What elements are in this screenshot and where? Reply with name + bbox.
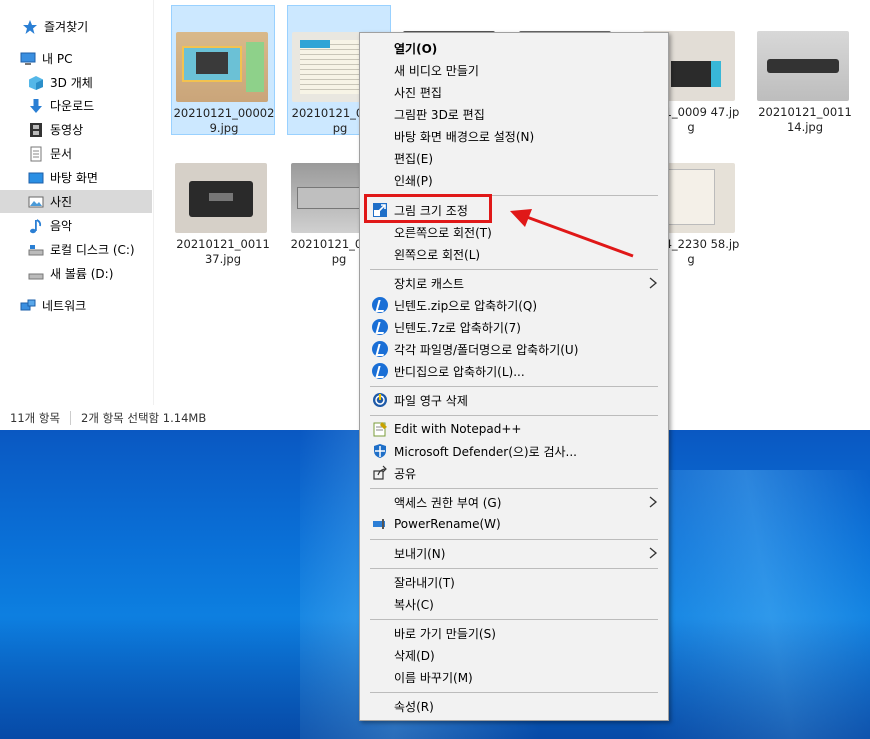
status-divider: [70, 410, 72, 425]
file-name: 20210121_0011 14.jpg: [758, 105, 852, 134]
menu-item-create-shortcut[interactable]: 바로 가기 만들기(S): [362, 622, 666, 644]
menu-item-send-to[interactable]: 보내기(N): [362, 542, 666, 564]
menu-separator: [370, 269, 658, 270]
share-icon: [372, 465, 388, 481]
powerrename-icon: [372, 516, 388, 532]
menu-item-compress-each[interactable]: 각각 파일명/폴더명으로 압축하기(U): [362, 338, 666, 360]
file-thumbnail: [176, 32, 268, 102]
menu-item-set-wallpaper[interactable]: 바탕 화면 배경으로 설정(N): [362, 125, 666, 147]
menu-item-edit-notepadpp[interactable]: Edit with Notepad++: [362, 418, 666, 440]
picture-icon: [28, 194, 44, 210]
file-thumbnail: [757, 31, 849, 101]
download-arrow-icon: [28, 98, 44, 114]
menu-item-open[interactable]: 열기(O): [362, 37, 666, 59]
file-item[interactable]: 20210121_0011 37.jpg: [171, 137, 275, 267]
menu-separator: [370, 619, 658, 620]
menu-item-new-video[interactable]: 새 비디오 만들기: [362, 59, 666, 81]
menu-item-defender-scan[interactable]: Microsoft Defender(으)로 검사...: [362, 440, 666, 462]
drive-icon: [28, 242, 44, 258]
nav-item-label: 즐겨찾기: [44, 20, 89, 34]
nav-item-label: 문서: [50, 147, 73, 161]
network-icon: [20, 298, 36, 314]
navigation-pane: 즐겨찾기 내 PC 3D 개체 다운로드 동영상 문서 바탕 화면 사진 음악 …: [0, 0, 154, 405]
nav-item-local-disk-c[interactable]: 로컬 디스크 (C:): [0, 238, 152, 261]
selection-info: 2개 항목 선택함 1.14MB: [81, 410, 207, 425]
defender-shield-icon: [372, 443, 388, 459]
item-count: 11개 항목: [10, 410, 61, 425]
file-name: 20210121_0011 37.jpg: [176, 237, 270, 266]
nav-item-label: 로컬 디스크 (C:): [50, 243, 135, 257]
menu-separator: [370, 692, 658, 693]
chevron-right-icon: [648, 276, 658, 290]
nav-item-pictures[interactable]: 사진: [0, 190, 152, 213]
nav-item-network[interactable]: 네트워크: [0, 294, 152, 317]
nav-item-label: 다운로드: [50, 99, 95, 113]
star-icon: [22, 19, 38, 35]
file-item[interactable]: 20210121_0011 14.jpg: [753, 5, 857, 135]
notepadpp-icon: [372, 421, 388, 437]
menu-item-rotate-left[interactable]: 왼쪽으로 회전(L): [362, 243, 666, 265]
menu-item-photo-edit[interactable]: 사진 편집: [362, 81, 666, 103]
menu-item-cut[interactable]: 잘라내기(T): [362, 571, 666, 593]
bandizip-icon: [372, 297, 388, 313]
nav-item-label: 3D 개체: [50, 76, 93, 90]
drive-icon: [28, 266, 44, 282]
nav-item-label: 내 PC: [42, 52, 73, 66]
context-menu: 열기(O) 새 비디오 만들기 사진 편집 그림판 3D로 편집 바탕 화면 배…: [359, 32, 669, 721]
nav-item-label: 음악: [50, 219, 73, 233]
nav-item-downloads[interactable]: 다운로드: [0, 94, 152, 117]
file-name: 20210121_000029.jpg: [173, 106, 275, 135]
menu-item-powerrename[interactable]: PowerRename(W): [362, 513, 666, 535]
menu-item-zip-compress[interactable]: 닌텐도.zip으로 압축하기(Q): [362, 294, 666, 316]
menu-separator: [370, 539, 658, 540]
nav-item-desktop[interactable]: 바탕 화면: [0, 166, 152, 189]
nav-item-new-volume-d[interactable]: 새 볼륨 (D:): [0, 262, 152, 285]
nav-item-documents[interactable]: 문서: [0, 142, 152, 165]
nav-item-videos[interactable]: 동영상: [0, 118, 152, 141]
nav-item-label: 새 볼륨 (D:): [50, 267, 114, 281]
menu-item-give-access[interactable]: 액세스 권한 부여 (G): [362, 491, 666, 513]
nav-item-this-pc[interactable]: 내 PC: [0, 47, 152, 70]
chevron-right-icon: [648, 495, 658, 509]
bandizip-icon: [372, 363, 388, 379]
menu-separator: [370, 386, 658, 387]
music-note-icon: [28, 218, 44, 234]
menu-item-delete[interactable]: 삭제(D): [362, 644, 666, 666]
chevron-right-icon: [648, 546, 658, 560]
menu-item-permanent-delete[interactable]: 파일 영구 삭제: [362, 389, 666, 411]
menu-item-share[interactable]: 공유: [362, 462, 666, 484]
menu-item-print[interactable]: 인쇄(P): [362, 169, 666, 191]
bandizip-icon: [372, 341, 388, 357]
file-thumbnail: [175, 163, 267, 233]
cube-icon: [28, 75, 44, 91]
menu-separator: [370, 568, 658, 569]
document-icon: [28, 146, 44, 162]
menu-item-rotate-right[interactable]: 오른쪽으로 회전(T): [362, 221, 666, 243]
menu-item-cast-to-device[interactable]: 장치로 캐스트: [362, 272, 666, 294]
film-icon: [28, 122, 44, 138]
annotation-highlight-box: [364, 194, 492, 223]
menu-separator: [370, 488, 658, 489]
shredder-icon: [372, 392, 388, 408]
menu-item-properties[interactable]: 속성(R): [362, 695, 666, 717]
nav-item-label: 사진: [50, 195, 73, 209]
nav-item-favorites[interactable]: 즐겨찾기: [0, 15, 152, 38]
menu-item-edit[interactable]: 편집(E): [362, 147, 666, 169]
file-item[interactable]: 20210121_000029.jpg: [171, 5, 275, 135]
menu-item-edit-paint3d[interactable]: 그림판 3D로 편집: [362, 103, 666, 125]
desktop-icon: [28, 170, 44, 186]
menu-separator: [370, 415, 658, 416]
menu-item-bandizip[interactable]: 반디집으로 압축하기(L)...: [362, 360, 666, 382]
nav-item-label: 동영상: [50, 123, 84, 137]
menu-item-rename[interactable]: 이름 바꾸기(M): [362, 666, 666, 688]
bandizip-icon: [372, 319, 388, 335]
computer-icon: [20, 51, 36, 67]
nav-item-label: 바탕 화면: [50, 171, 98, 185]
menu-item-copy[interactable]: 복사(C): [362, 593, 666, 615]
nav-item-music[interactable]: 음악: [0, 214, 152, 237]
nav-item-3d-objects[interactable]: 3D 개체: [0, 71, 152, 94]
nav-item-label: 네트워크: [42, 299, 87, 313]
menu-item-7z-compress[interactable]: 닌텐도.7z로 압축하기(7): [362, 316, 666, 338]
